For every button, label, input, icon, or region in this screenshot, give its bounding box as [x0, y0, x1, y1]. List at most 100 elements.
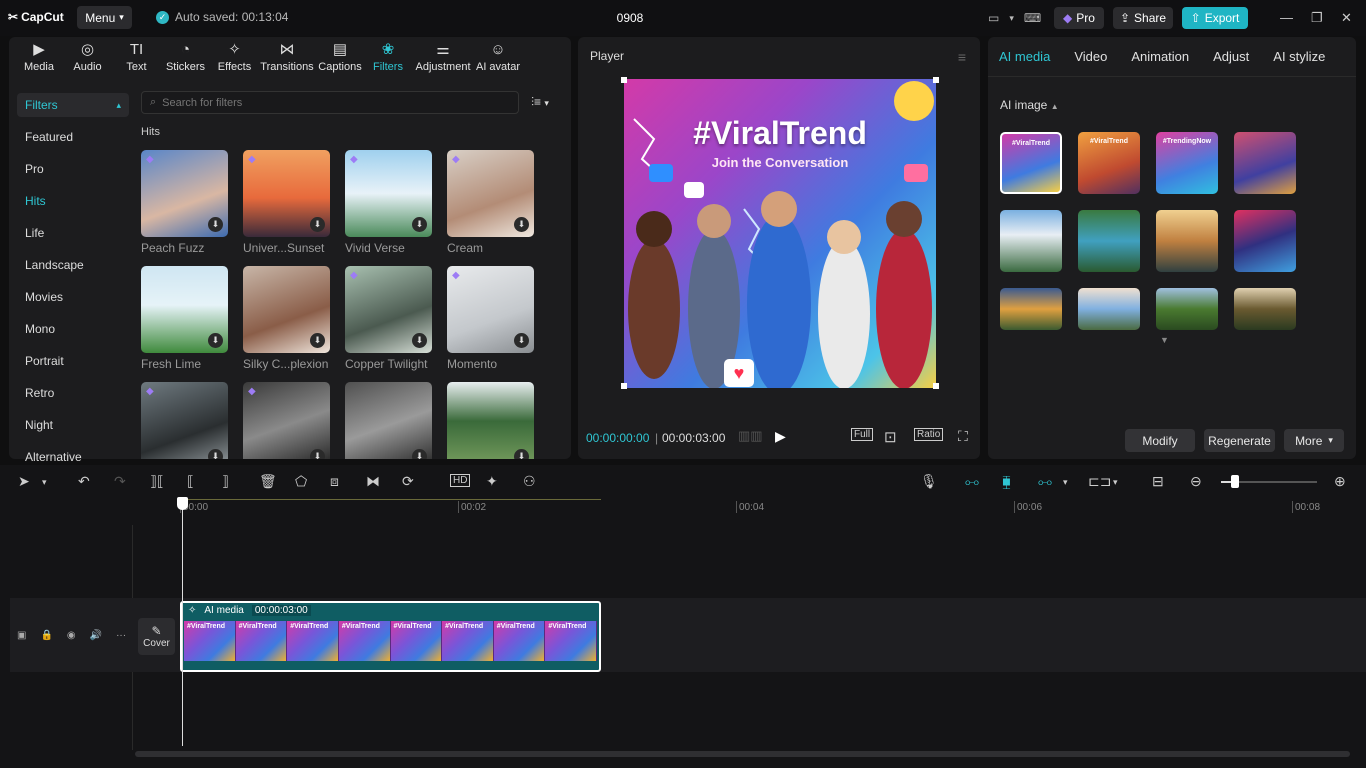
download-icon[interactable]: ⬇ [412, 449, 427, 459]
lock-icon[interactable]: 🔒 [40, 630, 52, 641]
mirror-icon[interactable]: ⧓ [366, 473, 380, 490]
sidebar-item-landscape[interactable]: Landscape [17, 249, 129, 281]
download-icon[interactable]: ⬇ [412, 217, 427, 232]
magic-wand-icon[interactable]: ✦ [486, 473, 498, 490]
ai-image-thumbnail[interactable]: #TrendingNow [1156, 132, 1218, 194]
filter-card[interactable]: ◆ ⬇ Cream [447, 150, 534, 255]
shortcut-icon[interactable]: ⌨ [1024, 11, 1041, 25]
crop-icon[interactable]: ⧈ [330, 473, 339, 490]
share-button[interactable]: ⇪ Share [1113, 7, 1173, 29]
tab-filters[interactable]: ❀ Filters [365, 37, 411, 79]
download-icon[interactable]: ⬇ [208, 217, 223, 232]
ai-person-icon[interactable]: ⚇ [523, 473, 536, 490]
sidebar-item-filters[interactable]: Filters ▴ [17, 93, 129, 117]
tab-ai-avatar[interactable]: ☺ AI avatar [475, 37, 521, 79]
split-icon[interactable]: ⟧⟦ [150, 473, 164, 490]
tab-adjustment[interactable]: ⚌ Adjustment [411, 37, 475, 79]
tab-stickers[interactable]: ◔ Stickers [161, 37, 210, 79]
sidebar-item-featured[interactable]: Featured [17, 121, 129, 153]
playhead-handle[interactable] [177, 497, 188, 510]
ai-image-thumbnail[interactable] [1000, 210, 1062, 272]
time-ruler[interactable]: 00:00 00:02 00:04 00:06 00:08 [133, 497, 1366, 519]
filter-card[interactable]: ◆ ⬇ [141, 382, 228, 459]
chevron-down-icon[interactable]: ▾ [1113, 477, 1118, 488]
zoom-out-icon[interactable]: ⊖ [1190, 473, 1202, 490]
filter-card[interactable]: ◆ ⬇ Momento [447, 266, 534, 371]
undo-icon[interactable]: ↶ [78, 473, 90, 490]
filter-search[interactable]: ⌕ [141, 91, 519, 114]
eye-icon[interactable]: ◉ [67, 630, 76, 641]
sidebar-item-movies[interactable]: Movies [17, 281, 129, 313]
download-icon[interactable]: ⬇ [412, 333, 427, 348]
speaker-icon[interactable]: 🔊 [90, 630, 102, 641]
ai-image-section[interactable]: AI image ▲ [1000, 98, 1059, 112]
restore-icon[interactable]: ❐ [1311, 10, 1323, 26]
chevron-down-icon[interactable]: ▼ [1160, 335, 1169, 345]
sidebar-item-night[interactable]: Night [17, 409, 129, 441]
sidebar-item-retro[interactable]: Retro [17, 377, 129, 409]
sidebar-item-hits[interactable]: Hits [17, 185, 129, 217]
sidebar-item-life[interactable]: Life [17, 217, 129, 249]
regenerate-button[interactable]: Regenerate [1204, 429, 1275, 452]
filter-card[interactable]: ◆ ⬇ [243, 382, 330, 459]
chevron-down-icon[interactable]: ▾ [1009, 13, 1014, 24]
tab-transitions[interactable]: ⋈ Transitions [259, 37, 315, 79]
tab-text[interactable]: TI Text [112, 37, 161, 79]
filter-card[interactable]: ◆ ⬇ Vivid Verse [345, 150, 432, 255]
layout-icon[interactable]: ▭ [988, 11, 999, 25]
tab-effects[interactable]: ✧ Effects [210, 37, 259, 79]
download-icon[interactable]: ⬇ [514, 333, 529, 348]
filter-card[interactable]: ⬇ Silky C...plexion [243, 266, 330, 371]
filter-thumbnail[interactable]: ⬇ [243, 266, 330, 353]
menu-button[interactable]: Menu ▾ [77, 6, 132, 29]
project-title[interactable]: 0908 [600, 11, 660, 25]
auto-snap-icon[interactable]: ⧯ [1002, 473, 1011, 490]
ai-image-thumbnail[interactable] [1000, 288, 1062, 330]
marker-icon[interactable]: ⬠ [295, 473, 307, 490]
filter-sort-button[interactable]: ⫶≡ ▾ [531, 95, 549, 110]
filter-thumbnail[interactable]: ◆ ⬇ [345, 266, 432, 353]
playhead-line[interactable] [182, 501, 183, 746]
export-button[interactable]: ⇧ Export [1182, 7, 1248, 29]
more-button[interactable]: More ▾ [1284, 429, 1344, 452]
chevron-down-icon[interactable]: ▾ [42, 477, 47, 488]
ratio-button[interactable]: Ratio [914, 428, 944, 441]
chevron-down-icon[interactable]: ▾ [1063, 477, 1068, 488]
fullscreen-icon[interactable]: ⛶ [958, 428, 968, 445]
cover-button[interactable]: ✎ Cover [138, 618, 175, 655]
filter-card[interactable]: ⬇ Fresh Lime [141, 266, 228, 371]
video-clip[interactable]: ✧ AI media 00:00:03:00 #ViralTrend #Viral… [180, 601, 601, 672]
trim-left-icon[interactable]: ⟦ [187, 473, 194, 490]
ai-image-thumbnail[interactable]: #ViralTrend [1078, 132, 1140, 194]
tab-ai-stylize[interactable]: AI stylize [1273, 49, 1325, 64]
hd-icon[interactable]: HD [450, 474, 471, 487]
ai-image-thumbnail[interactable] [1078, 288, 1140, 330]
resize-handle[interactable] [933, 77, 939, 83]
download-icon[interactable]: ⬇ [514, 449, 529, 459]
rotate-icon[interactable]: ⟳ [402, 473, 414, 490]
minimize-icon[interactable]: — [1280, 10, 1293, 25]
ai-image-thumbnail[interactable]: #ViralTrend [1000, 132, 1062, 194]
trim-right-icon[interactable]: ⟧ [222, 473, 229, 490]
sidebar-item-pro[interactable]: Pro [17, 153, 129, 185]
search-input[interactable] [162, 96, 493, 109]
tab-ai-media[interactable]: AI media [999, 49, 1050, 64]
pro-button[interactable]: ◆ Pro [1054, 7, 1104, 29]
filter-card[interactable]: ◆ ⬇ Univer...Sunset [243, 150, 330, 255]
caption-track-icon[interactable]: ⊟ [1152, 473, 1164, 490]
filter-card[interactable]: ⬇ [345, 382, 432, 459]
preview-axis-icon[interactable]: ⊏⊐ [1088, 473, 1111, 490]
download-icon[interactable]: ⬇ [208, 333, 223, 348]
download-icon[interactable]: ⬇ [310, 217, 325, 232]
ai-image-thumbnail[interactable] [1156, 210, 1218, 272]
full-button[interactable]: Full [851, 428, 874, 441]
resize-handle[interactable] [621, 77, 627, 83]
filter-card[interactable]: ⬇ [447, 382, 534, 459]
download-icon[interactable]: ⬇ [310, 449, 325, 459]
tab-media[interactable]: ▶ Media [15, 37, 63, 79]
filter-thumbnail[interactable]: ◆ ⬇ [447, 266, 534, 353]
tab-adjust[interactable]: Adjust [1213, 49, 1249, 64]
sidebar-item-portrait[interactable]: Portrait [17, 345, 129, 377]
download-icon[interactable]: ⬇ [208, 449, 223, 459]
filter-card[interactable]: ◆ ⬇ Peach Fuzz [141, 150, 228, 255]
